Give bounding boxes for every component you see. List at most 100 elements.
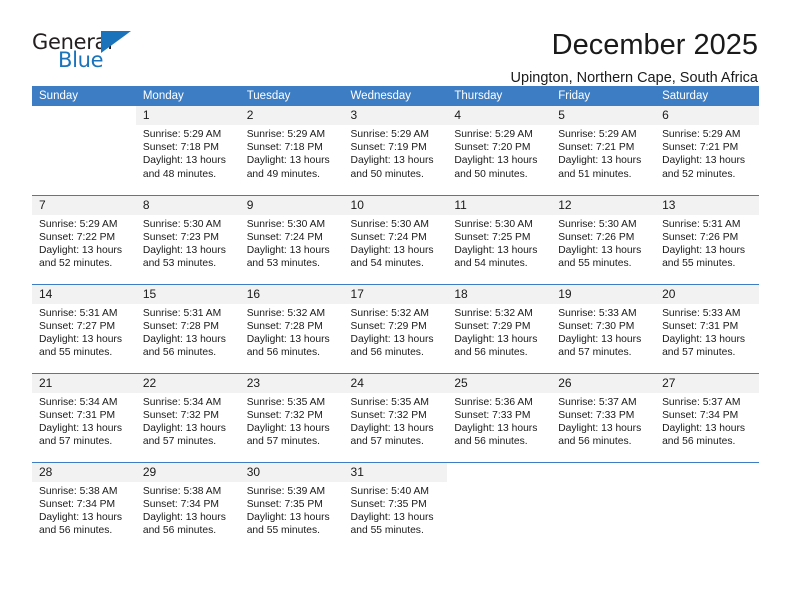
day-number: 22	[135, 373, 240, 393]
calendar-day-cell[interactable]: 29 Sunrise: 5:38 AM Sunset: 7:34 PM Dayligh…	[135, 461, 240, 551]
daylight-text: Daylight: 13 hours and 55 minutes.	[558, 244, 642, 270]
sunrise-text: Sunrise: 5:38 AM	[142, 485, 222, 497]
calendar-day-cell[interactable]: 23 Sunrise: 5:35 AM Sunset: 7:32 PM Dayligh…	[239, 372, 344, 462]
calendar-day-cell[interactable]: 24 Sunrise: 5:35 AM Sunset: 7:32 PM Dayligh…	[343, 372, 448, 462]
calendar-day-cell[interactable]: 15 Sunrise: 5:31 AM Sunset: 7:28 PM Dayligh…	[135, 283, 240, 373]
day-details: Sunrise: 5:35 AM Sunset: 7:32 PM Daylight:…	[240, 393, 344, 449]
calendar-day-cell[interactable]: 31 Sunrise: 5:40 AM Sunset: 7:35 PM Dayligh…	[343, 461, 448, 551]
calendar-day-cell[interactable]: 25 Sunrise: 5:36 AM Sunset: 7:33 PM Dayligh…	[447, 372, 552, 462]
sunrise-text: Sunrise: 5:36 AM	[454, 396, 533, 408]
sunset-text: Sunset: 7:28 PM	[246, 320, 323, 332]
calendar-day-cell[interactable]: 22 Sunrise: 5:34 AM Sunset: 7:32 PM Dayligh…	[135, 372, 240, 462]
day-number: 15	[135, 284, 240, 304]
day-details: Sunrise: 5:29 AM Sunset: 7:19 PM Daylight:…	[344, 125, 448, 181]
sunrise-text: Sunrise: 5:31 AM	[662, 218, 741, 230]
calendar-day-cell[interactable]: 11 Sunrise: 5:30 AM Sunset: 7:25 PM Dayligh…	[447, 194, 552, 284]
calendar-day-cell[interactable]: 14 Sunrise: 5:31 AM Sunset: 7:27 PM Dayligh…	[32, 283, 136, 373]
calendar-day-cell[interactable]: 17 Sunrise: 5:32 AM Sunset: 7:29 PM Dayligh…	[343, 283, 448, 373]
calendar-day-cell[interactable]: 13 Sunrise: 5:31 AM Sunset: 7:26 PM Dayligh…	[655, 194, 759, 284]
day-details: Sunrise: 5:29 AM Sunset: 7:18 PM Daylight:…	[136, 125, 240, 181]
calendar-week-row: 28 Sunrise: 5:38 AM Sunset: 7:34 PM Dayligh…	[32, 461, 759, 551]
calendar-day-cell[interactable]: 12 Sunrise: 5:30 AM Sunset: 7:26 PM Dayligh…	[551, 194, 656, 284]
calendar-day-cell[interactable]: 20 Sunrise: 5:33 AM Sunset: 7:31 PM Dayligh…	[655, 283, 759, 373]
daylight-text: Daylight: 13 hours and 51 minutes.	[558, 155, 642, 180]
daylight-text: Daylight: 13 hours and 57 minutes.	[558, 333, 642, 359]
daylight-text: Daylight: 13 hours and 56 minutes.	[246, 333, 330, 359]
daylight-text: Daylight: 13 hours and 57 minutes.	[662, 333, 746, 359]
sunset-text: Sunset: 7:29 PM	[454, 320, 531, 332]
daylight-text: Daylight: 13 hours and 56 minutes.	[39, 511, 122, 537]
calendar-day-cell[interactable]: 18 Sunrise: 5:32 AM Sunset: 7:29 PM Dayligh…	[447, 283, 552, 373]
daylight-text: Daylight: 13 hours and 56 minutes.	[454, 333, 538, 359]
sunrise-text: Sunrise: 5:37 AM	[662, 396, 741, 408]
day-details: Sunrise: 5:38 AM Sunset: 7:34 PM Daylight:…	[32, 482, 136, 538]
day-number: 20	[655, 284, 759, 304]
day-details: Sunrise: 5:30 AM Sunset: 7:24 PM Daylight:…	[240, 215, 344, 271]
calendar-day-cell[interactable]: 21 Sunrise: 5:34 AM Sunset: 7:31 PM Dayligh…	[32, 372, 136, 462]
sunset-text: Sunset: 7:32 PM	[246, 409, 323, 421]
calendar-day-cell[interactable]: 26 Sunrise: 5:37 AM Sunset: 7:33 PM Dayligh…	[551, 372, 656, 462]
calendar-day-cell[interactable]: 16 Sunrise: 5:32 AM Sunset: 7:28 PM Dayligh…	[239, 283, 344, 373]
sunset-text: Sunset: 7:28 PM	[142, 320, 219, 332]
calendar-day-cell[interactable]: 3 Sunrise: 5:29 AM Sunset: 7:19 PM Daylight…	[343, 106, 448, 195]
sunrise-text: Sunrise: 5:30 AM	[246, 218, 326, 230]
sunset-text: Sunset: 7:18 PM	[142, 142, 219, 154]
calendar-week-row: 1 Sunrise: 5:29 AM Sunset: 7:18 PM Daylight…	[32, 106, 759, 195]
location-subtitle: Upington, Northern Cape, South Africa	[510, 70, 758, 86]
sunset-text: Sunset: 7:30 PM	[558, 320, 635, 332]
sunset-text: Sunset: 7:31 PM	[39, 409, 116, 421]
sunrise-text: Sunrise: 5:29 AM	[246, 129, 326, 140]
calendar-day-cell[interactable]: 8 Sunrise: 5:30 AM Sunset: 7:23 PM Daylight…	[135, 194, 240, 284]
calendar-day-cell[interactable]: 9 Sunrise: 5:30 AM Sunset: 7:24 PM Daylight…	[239, 194, 344, 284]
weekday-header-friday: Friday	[551, 86, 656, 106]
daylight-text: Daylight: 13 hours and 56 minutes.	[454, 422, 538, 448]
weekday-header-wednesday: Wednesday	[343, 86, 448, 106]
sunset-text: Sunset: 7:26 PM	[662, 231, 739, 243]
calendar-day-cell[interactable]: 19 Sunrise: 5:33 AM Sunset: 7:30 PM Dayligh…	[551, 283, 656, 373]
calendar-day-cell[interactable]: 4 Sunrise: 5:29 AM Sunset: 7:20 PM Daylight…	[447, 106, 552, 195]
day-details: Sunrise: 5:32 AM Sunset: 7:29 PM Daylight:…	[344, 304, 448, 360]
day-details: Sunrise: 5:29 AM Sunset: 7:20 PM Daylight:…	[447, 125, 551, 181]
sunrise-text: Sunrise: 5:30 AM	[142, 218, 222, 230]
daylight-text: Daylight: 13 hours and 50 minutes.	[350, 155, 434, 180]
sunrise-text: Sunrise: 5:30 AM	[558, 218, 637, 230]
general-blue-logo[interactable]: General Blue	[32, 28, 142, 76]
day-number: 18	[447, 284, 552, 304]
sunset-text: Sunset: 7:24 PM	[246, 231, 323, 243]
weekday-header-monday: Monday	[135, 86, 240, 106]
day-details: Sunrise: 5:29 AM Sunset: 7:18 PM Daylight:…	[240, 125, 344, 181]
day-number: 4	[447, 106, 552, 125]
daylight-text: Daylight: 13 hours and 49 minutes.	[246, 155, 330, 180]
sunrise-text: Sunrise: 5:35 AM	[350, 396, 429, 408]
day-number	[551, 463, 655, 482]
sunset-text: Sunset: 7:18 PM	[246, 142, 323, 154]
calendar-page: General Blue December 2025 Upington, Nor…	[0, 0, 792, 612]
day-number: 3	[343, 106, 448, 125]
day-details: Sunrise: 5:33 AM Sunset: 7:31 PM Daylight:…	[655, 304, 759, 360]
sunrise-sunset-calendar: Sunday Monday Tuesday Wednesday Thursday…	[32, 86, 759, 551]
day-number: 17	[343, 284, 448, 304]
day-number: 28	[32, 462, 136, 482]
calendar-day-cell[interactable]: 7 Sunrise: 5:29 AM Sunset: 7:22 PM Daylight…	[32, 194, 136, 284]
sunset-text: Sunset: 7:23 PM	[142, 231, 219, 243]
calendar-day-cell[interactable]: 30 Sunrise: 5:39 AM Sunset: 7:35 PM Dayligh…	[239, 461, 344, 551]
calendar-day-cell[interactable]: 28 Sunrise: 5:38 AM Sunset: 7:34 PM Dayligh…	[32, 461, 136, 551]
day-number: 8	[135, 195, 240, 215]
calendar-day-cell[interactable]: 6 Sunrise: 5:29 AM Sunset: 7:21 PM Daylight…	[655, 106, 759, 195]
daylight-text: Daylight: 13 hours and 56 minutes.	[142, 333, 226, 359]
calendar-day-cell[interactable]: 27 Sunrise: 5:37 AM Sunset: 7:34 PM Dayligh…	[655, 372, 759, 462]
calendar-day-cell-empty	[447, 461, 552, 551]
day-details: Sunrise: 5:36 AM Sunset: 7:33 PM Daylight:…	[447, 393, 551, 449]
sunset-text: Sunset: 7:29 PM	[350, 320, 427, 332]
sunset-text: Sunset: 7:27 PM	[39, 320, 116, 332]
page-title: December 2025	[551, 29, 758, 61]
calendar-day-cell[interactable]: 10 Sunrise: 5:30 AM Sunset: 7:24 PM Dayligh…	[343, 194, 448, 284]
calendar-day-cell[interactable]: 1 Sunrise: 5:29 AM Sunset: 7:18 PM Daylight…	[135, 106, 240, 195]
calendar-day-cell[interactable]: 5 Sunrise: 5:29 AM Sunset: 7:21 PM Daylight…	[551, 106, 656, 195]
daylight-text: Daylight: 13 hours and 54 minutes.	[350, 244, 434, 270]
sunrise-text: Sunrise: 5:30 AM	[454, 218, 533, 230]
day-details: Sunrise: 5:30 AM Sunset: 7:24 PM Daylight:…	[344, 215, 448, 271]
calendar-day-cell[interactable]: 2 Sunrise: 5:29 AM Sunset: 7:18 PM Daylight…	[239, 106, 344, 195]
calendar-week-row: 7 Sunrise: 5:29 AM Sunset: 7:22 PM Daylight…	[32, 194, 759, 284]
sunrise-text: Sunrise: 5:34 AM	[39, 396, 118, 408]
